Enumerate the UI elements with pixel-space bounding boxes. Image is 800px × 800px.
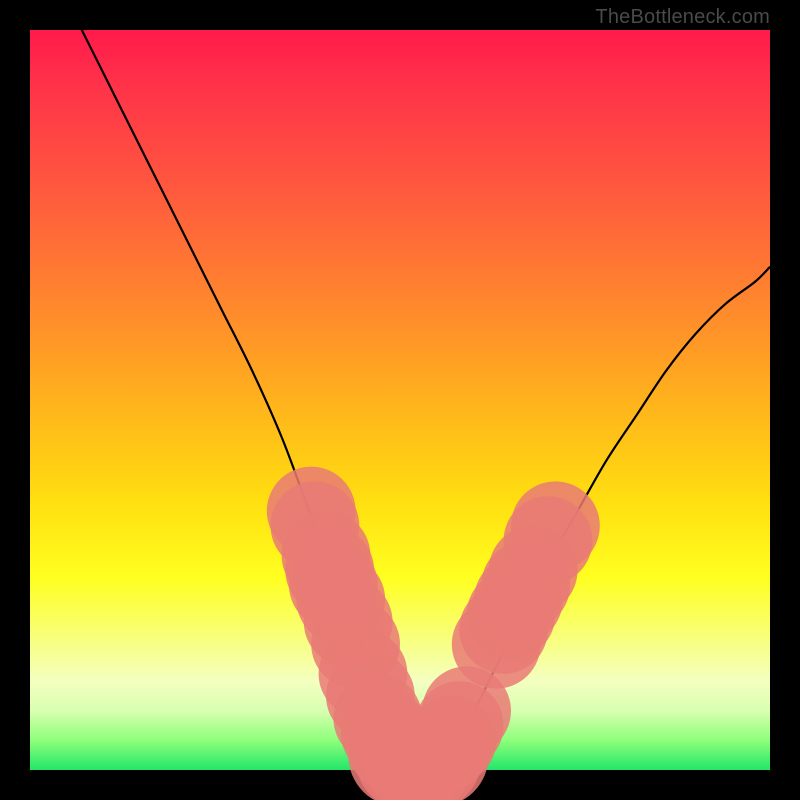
chart-svg [30,30,770,770]
curve-layer [82,30,770,763]
marker-layer [267,467,600,800]
chart-frame: TheBottleneck.com [0,0,800,800]
curve-marker [511,481,600,570]
bottleneck-curve [82,30,770,763]
watermark-text: TheBottleneck.com [595,6,770,29]
